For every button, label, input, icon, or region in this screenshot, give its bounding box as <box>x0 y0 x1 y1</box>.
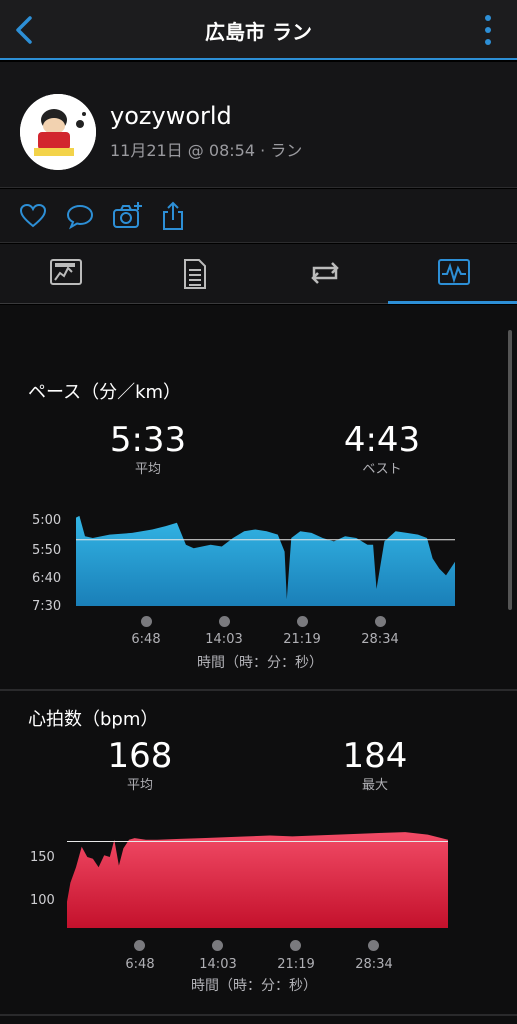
section-divider <box>0 1014 517 1016</box>
pace-xtick: 6:48 <box>131 632 161 647</box>
active-tab-indicator <box>388 301 517 304</box>
section-divider <box>0 689 517 691</box>
comment-icon[interactable] <box>65 201 95 231</box>
hr-xtick: 28:34 <box>355 957 393 972</box>
tab-overview[interactable] <box>0 244 129 304</box>
avatar-image <box>20 94 96 170</box>
hr-xtick-dot <box>134 940 145 951</box>
tab-laps[interactable] <box>258 244 387 304</box>
avatar[interactable] <box>20 94 96 170</box>
overview-icon <box>50 259 82 285</box>
activity-header: yozyworld 11月21日 @ 08:54 · ラン <box>0 62 517 188</box>
heart-rate-area <box>67 832 448 928</box>
pace-best-value: 4:43 <box>343 420 421 460</box>
add-photo-icon[interactable] <box>112 201 142 231</box>
pace-chart <box>76 515 455 606</box>
pace-xtick-dot <box>375 616 386 627</box>
pace-xtick-dot <box>297 616 308 627</box>
pace-avg-label: 平均 <box>134 462 161 477</box>
tab-bar <box>0 244 517 304</box>
share-icon[interactable] <box>158 201 188 231</box>
heart-rate-title: 心拍数（bpm） <box>28 709 159 730</box>
more-options-icon[interactable] <box>481 12 495 48</box>
hr-xtick: 6:48 <box>125 957 155 972</box>
username[interactable]: yozyworld <box>110 102 232 130</box>
pace-xtick: 21:19 <box>283 632 321 647</box>
pace-xlabel: 時間（時：分：秒） <box>197 655 323 671</box>
activity-date-type: 11月21日 @ 08:54 · ラン <box>110 141 303 160</box>
pace-best-label: ベスト <box>362 462 402 477</box>
tab-charts[interactable] <box>388 244 517 304</box>
hr-avg-label: 平均 <box>126 778 153 793</box>
heart-rate-chart <box>67 832 448 928</box>
hr-xtick: 14:03 <box>199 957 237 972</box>
tab-details[interactable] <box>129 244 258 304</box>
pace-xtick-dot <box>219 616 230 627</box>
details-icon <box>184 259 206 289</box>
action-bar <box>0 189 517 243</box>
pace-area <box>76 515 455 606</box>
page-title: 広島市 ラン <box>205 20 312 44</box>
hr-xtick-dot <box>368 940 379 951</box>
heart-icon[interactable] <box>18 201 48 231</box>
pace-xtick: 28:34 <box>361 632 399 647</box>
hr-xtick-dot <box>290 940 301 951</box>
hr-max-value: 184 <box>342 736 408 776</box>
hr-xtick-dot <box>212 940 223 951</box>
hr-avg-value: 168 <box>107 736 173 776</box>
pace-avg-value: 5:33 <box>109 420 187 460</box>
pace-xtick-dot <box>141 616 152 627</box>
hr-max-label: 最大 <box>361 778 388 793</box>
charts-icon <box>438 259 470 285</box>
pace-xtick: 14:03 <box>205 632 243 647</box>
top-bar: 広島市 ラン <box>0 0 517 60</box>
laps-icon <box>311 262 339 284</box>
hr-xlabel: 時間（時：分：秒） <box>191 978 317 994</box>
pace-title: ペース（分／km） <box>28 382 182 403</box>
hr-xtick: 21:19 <box>277 957 315 972</box>
